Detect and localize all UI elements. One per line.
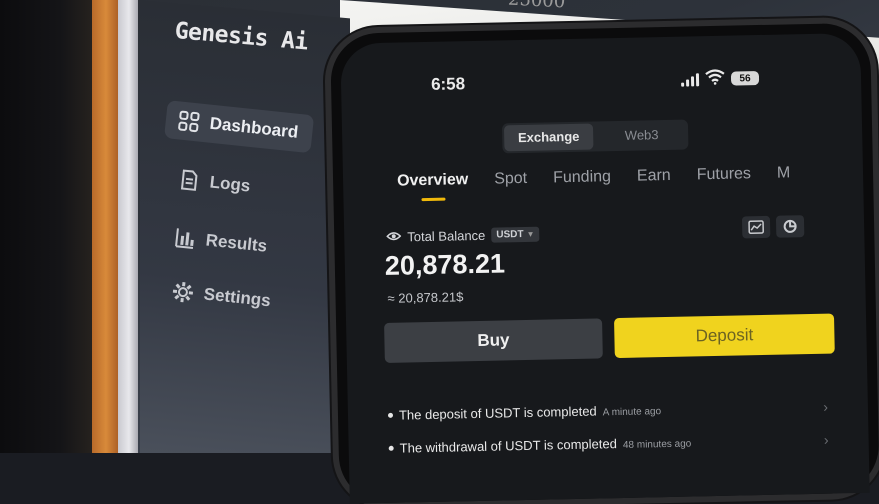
notification-time: 48 minutes ago (623, 439, 692, 451)
balance-header: Total Balance USDT ▼ (386, 227, 539, 245)
chevron-right-icon: › (824, 432, 829, 448)
battery-icon: 56 (731, 71, 759, 86)
balance-usd-equivalent: ≈ 20,878.21$ (387, 289, 463, 306)
account-tabs: Overview Spot Funding Earn Futures M (397, 164, 791, 190)
tab-earn[interactable]: Earn (637, 167, 671, 186)
tab-funding[interactable]: Funding (553, 168, 611, 187)
chart-button[interactable] (742, 216, 770, 239)
mode-exchange-button[interactable]: Exchange (504, 124, 594, 152)
deposit-button[interactable]: Deposit (614, 314, 835, 359)
tab-more[interactable]: M (777, 164, 791, 182)
status-time: 6:58 (431, 74, 465, 95)
chevron-right-icon: › (823, 399, 828, 415)
total-balance-amount: 20,878.21 (385, 248, 506, 282)
line-chart-icon (748, 220, 764, 234)
notification-item[interactable]: The withdrawal of USDT is completed 48 m… (389, 432, 829, 456)
phone-screen: 6:58 56 Exchange Web3 Overview Spot Fund… (340, 33, 870, 504)
pie-chart-icon (782, 219, 798, 233)
notification-item[interactable]: The deposit of USDT is completed A minut… (388, 399, 828, 423)
app-sidebar (140, 0, 350, 453)
caret-down-icon: ▼ (526, 230, 534, 239)
currency-label: USDT (496, 229, 523, 241)
pie-chart-button[interactable] (776, 215, 804, 238)
gear-icon (171, 280, 195, 304)
wifi-icon (705, 69, 725, 89)
phone-device: 6:58 56 Exchange Web3 Overview Spot Fund… (330, 23, 879, 504)
mode-web3-button[interactable]: Web3 (597, 122, 687, 150)
currency-selector[interactable]: USDT ▼ (491, 227, 539, 243)
notification-text: The deposit of USDT is completed (399, 403, 597, 422)
background-dark-left (0, 0, 100, 453)
document-icon (177, 168, 201, 192)
bullet-icon (388, 413, 393, 418)
signal-icon (681, 72, 699, 86)
bar-chart-icon (173, 226, 197, 250)
tab-spot[interactable]: Spot (494, 170, 527, 189)
sidebar-item-label: Dashboard (209, 114, 299, 143)
eye-icon[interactable] (386, 230, 401, 245)
total-balance-label: Total Balance (407, 228, 485, 245)
tab-overview[interactable]: Overview (397, 171, 469, 190)
dashboard-icon (177, 109, 201, 133)
sidebar-item-label: Logs (209, 172, 251, 196)
buy-button[interactable]: Buy (384, 318, 603, 363)
bullet-icon (389, 446, 394, 451)
status-bar-icons: 56 (681, 68, 759, 90)
mode-toggle: Exchange Web3 (502, 120, 689, 154)
monitor-edge (118, 0, 140, 453)
notification-time: A minute ago (603, 406, 662, 418)
tab-futures[interactable]: Futures (697, 165, 752, 184)
